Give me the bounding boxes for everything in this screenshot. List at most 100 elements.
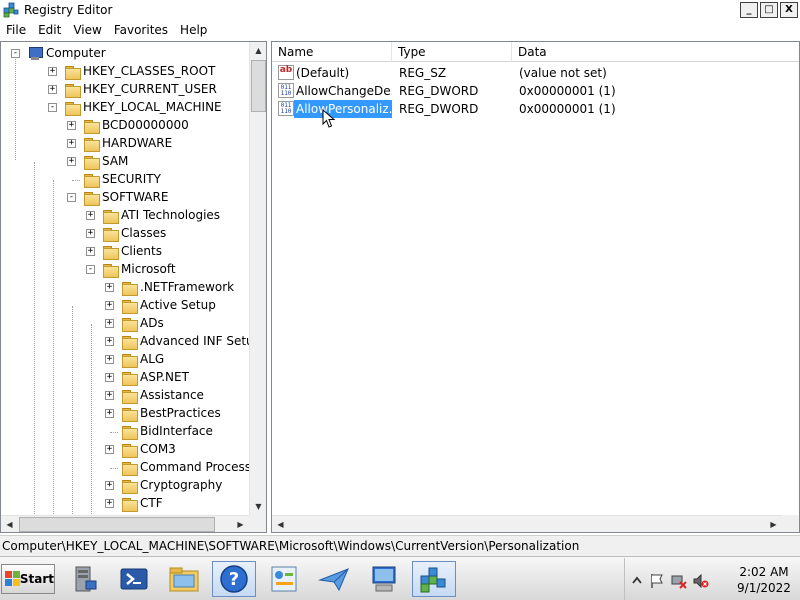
tree-item[interactable]: + Advanced INF Setup	[1, 333, 249, 351]
expand-icon[interactable]: +	[67, 157, 76, 166]
tree-item-label: .NETFramework	[140, 280, 235, 294]
clock[interactable]: 2:02 AM 9/1/2022	[734, 564, 794, 596]
tree-item-computer[interactable]: - Computer	[1, 45, 249, 63]
network-disconnected-icon[interactable]	[671, 573, 687, 589]
tree-item[interactable]: + CTF	[1, 495, 249, 513]
expand-icon[interactable]: +	[105, 391, 114, 400]
tree-item[interactable]: + HKEY_CLASSES_ROOT	[1, 63, 249, 81]
collapse-icon[interactable]: -	[11, 49, 20, 58]
close-button[interactable]: X	[780, 2, 798, 18]
tree-item[interactable]: + Cryptography	[1, 477, 249, 495]
show-hidden-icons-icon[interactable]	[629, 573, 645, 589]
windows-logo-icon	[5, 571, 20, 587]
tree-vertical-scrollbar[interactable]: ▲ ▼	[249, 42, 266, 515]
minimize-button[interactable]: _	[740, 2, 758, 18]
folder-icon	[121, 317, 138, 332]
tree-item-label: ATI Technologies	[121, 208, 221, 222]
menu-file[interactable]: File	[0, 21, 32, 40]
menu-favorites[interactable]: Favorites	[108, 21, 174, 40]
expand-icon[interactable]: +	[105, 319, 114, 328]
tree-item[interactable]: - SOFTWARE	[1, 189, 249, 207]
tree-item[interactable]: + BestPractices	[1, 405, 249, 423]
expand-icon[interactable]: +	[86, 247, 95, 256]
column-header-data[interactable]: Data	[512, 42, 799, 62]
tree-item-label: COM3	[140, 442, 176, 456]
tree-item[interactable]: + HKEY_CURRENT_USER	[1, 81, 249, 99]
tree-item[interactable]: + Classes	[1, 225, 249, 243]
tree-item[interactable]: + ATI Technologies	[1, 207, 249, 225]
list-item[interactable]: ab (Default) REG_SZ (value not set)	[272, 64, 799, 82]
tree-item-label: Clients	[121, 244, 162, 258]
scroll-right-arrow-icon[interactable]: ▶	[765, 516, 782, 532]
list-item[interactable]: 011 110 AllowChangeDe... REG_DWORD 0x0000…	[272, 82, 799, 100]
scroll-right-arrow-icon[interactable]: ▶	[232, 516, 249, 532]
folder-icon	[121, 407, 138, 422]
tree-item[interactable]: + Clients	[1, 243, 249, 261]
expand-icon[interactable]: +	[105, 499, 114, 508]
column-header-type[interactable]: Type	[392, 42, 512, 62]
send-icon[interactable]	[312, 561, 356, 597]
tree-item[interactable]: Command Processor	[1, 459, 249, 477]
tree-item[interactable]: - HKEY_LOCAL_MACHINE	[1, 99, 249, 117]
expand-icon[interactable]: +	[86, 211, 95, 220]
expand-icon[interactable]: +	[67, 121, 76, 130]
expand-icon[interactable]: +	[105, 373, 114, 382]
menu-edit[interactable]: Edit	[32, 21, 67, 40]
tree-item[interactable]: + BCD00000000	[1, 117, 249, 135]
tree-item[interactable]: + ASP.NET	[1, 369, 249, 387]
tree-connector	[72, 180, 80, 181]
expand-icon[interactable]: +	[105, 337, 114, 346]
tree-item[interactable]: + Assistance	[1, 387, 249, 405]
scroll-up-arrow-icon[interactable]: ▲	[250, 42, 266, 59]
server-manager-icon[interactable]	[62, 561, 106, 597]
scroll-left-arrow-icon[interactable]: ◀	[1, 516, 18, 532]
tree-item[interactable]: + HARDWARE	[1, 135, 249, 153]
scroll-thumb[interactable]	[251, 60, 266, 112]
registry-editor-icon[interactable]	[412, 561, 456, 597]
expand-icon[interactable]: +	[48, 85, 57, 94]
folder-icon	[121, 371, 138, 386]
powershell-icon[interactable]	[112, 561, 156, 597]
list-item-selected[interactable]: 011 110 AllowPersonaliz... REG_DWORD 0x00…	[272, 100, 799, 118]
collapse-icon[interactable]: -	[48, 103, 57, 112]
expand-icon[interactable]: +	[105, 445, 114, 454]
expand-icon[interactable]: +	[67, 139, 76, 148]
tree-item[interactable]: + SAM	[1, 153, 249, 171]
explorer-icon[interactable]	[162, 561, 206, 597]
tree-item[interactable]: + ALG	[1, 351, 249, 369]
control-panel-icon[interactable]	[262, 561, 306, 597]
expand-icon[interactable]: +	[105, 301, 114, 310]
tree-item[interactable]: + .NETFramework	[1, 279, 249, 297]
tree-item[interactable]: + ADs	[1, 315, 249, 333]
tree-horizontal-scrollbar[interactable]: ◀ ▶	[1, 515, 249, 532]
column-header-name[interactable]: Name	[272, 42, 392, 62]
tree-item[interactable]: + Active Setup	[1, 297, 249, 315]
collapse-icon[interactable]: -	[86, 265, 95, 274]
folder-icon	[102, 245, 119, 260]
expand-icon[interactable]: +	[86, 229, 95, 238]
scroll-left-arrow-icon[interactable]: ◀	[272, 516, 289, 532]
list-horizontal-scrollbar[interactable]: ◀ ▶	[272, 515, 782, 532]
expand-icon[interactable]: +	[48, 67, 57, 76]
collapse-icon[interactable]: -	[67, 193, 76, 202]
expand-icon[interactable]: +	[105, 355, 114, 364]
tree-item[interactable]: - Microsoft	[1, 261, 249, 279]
scroll-thumb[interactable]	[19, 517, 215, 532]
help-icon[interactable]: ?	[212, 561, 256, 597]
maximize-button[interactable]: □	[760, 2, 778, 18]
expand-icon[interactable]: +	[105, 481, 114, 490]
remote-desktop-icon[interactable]	[362, 561, 406, 597]
menu-view[interactable]: View	[67, 21, 107, 40]
expand-icon[interactable]: +	[105, 409, 114, 418]
menu-help[interactable]: Help	[174, 21, 213, 40]
tree-item[interactable]: + COM3	[1, 441, 249, 459]
action-center-flag-icon[interactable]	[649, 573, 665, 589]
expand-icon[interactable]: +	[105, 283, 114, 292]
folder-icon	[83, 119, 100, 134]
volume-muted-icon[interactable]	[693, 573, 709, 589]
clock-date: 9/1/2022	[737, 581, 791, 595]
tree-item[interactable]: BidInterface	[1, 423, 249, 441]
tree-item[interactable]: SECURITY	[1, 171, 249, 189]
scroll-down-arrow-icon[interactable]: ▼	[250, 498, 266, 515]
start-button[interactable]: Start	[1, 564, 55, 594]
